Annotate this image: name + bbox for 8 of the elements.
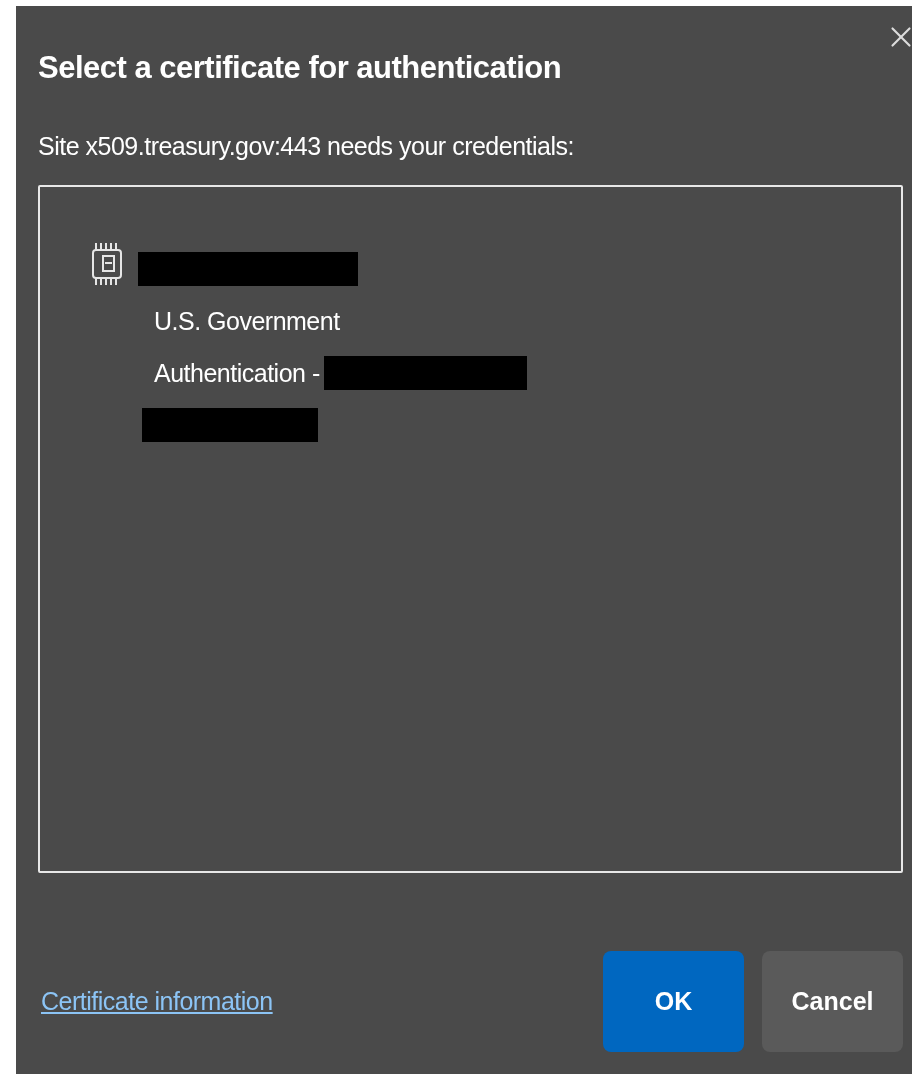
chip-card-icon	[90, 241, 124, 287]
certificate-text: U.S. Government	[154, 306, 340, 336]
cancel-button[interactable]: Cancel	[762, 951, 903, 1052]
dialog-message: Site x509.treasury.gov:443 needs your credentials:	[38, 132, 575, 161]
certificate-info-link[interactable]: Certificate information	[41, 987, 273, 1016]
dialog-title: Select a certificate for authentication	[38, 50, 563, 86]
certificate-text: Authentication -	[154, 358, 320, 388]
ok-button[interactable]: OK	[603, 951, 744, 1052]
